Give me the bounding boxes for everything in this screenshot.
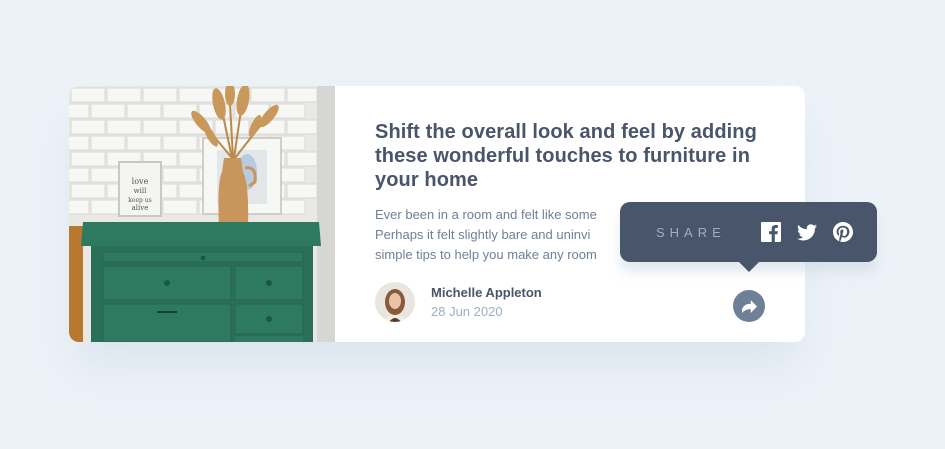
share-label: SHARE — [656, 224, 726, 240]
avatar — [375, 282, 415, 322]
author-block: Michelle Appleton 28 Jun 2020 — [375, 282, 542, 322]
facebook-icon[interactable] — [760, 222, 781, 242]
share-button[interactable] — [733, 290, 765, 322]
publish-date: 28 Jun 2020 — [431, 304, 503, 319]
share-tooltip: SHARE — [620, 202, 877, 272]
article-title: Shift the overall look and feel by addin… — [375, 121, 757, 191]
article-image: love will keep us alive — [69, 86, 335, 342]
svg-text:love: love — [132, 177, 149, 186]
author-name: Michelle Appleton — [431, 285, 542, 300]
share-icon — [741, 299, 757, 313]
svg-text:will: will — [134, 187, 147, 195]
svg-text:alive: alive — [132, 204, 149, 212]
twitter-icon[interactable] — [796, 222, 817, 242]
svg-text:keep us: keep us — [128, 197, 151, 204]
author-info: Michelle Appleton 28 Jun 2020 — [431, 283, 542, 321]
pinterest-icon[interactable] — [832, 222, 853, 242]
